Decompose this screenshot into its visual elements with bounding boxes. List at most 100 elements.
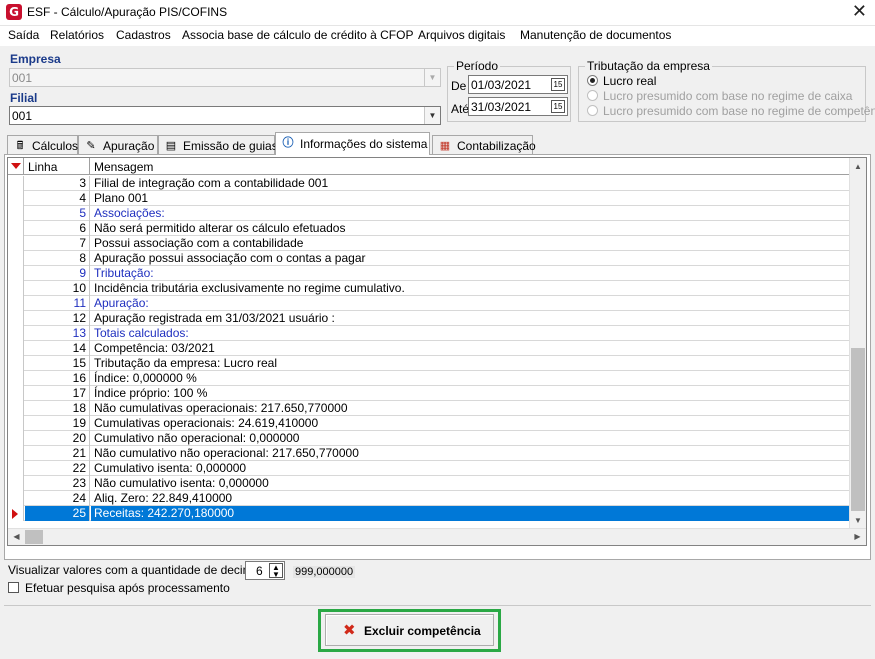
row-indicator[interactable] — [8, 266, 24, 281]
scroll-thumb[interactable] — [851, 348, 865, 511]
table-row[interactable]: 5 Associações: — [8, 206, 851, 221]
spinner-arrows-icon[interactable]: ▲ ▼ — [269, 563, 283, 579]
tab-calculos[interactable]: 🖩 Cálculos — [7, 135, 78, 155]
row-indicator[interactable] — [8, 356, 24, 371]
row-indicator-icon[interactable] — [8, 506, 24, 521]
table-row[interactable]: 19 Cumulativas operacionais: 24.619,41000… — [8, 416, 851, 431]
column-header-mensagem[interactable]: Mensagem — [91, 158, 851, 175]
table-row[interactable]: 8 Apuração possui associação com o contas… — [8, 251, 851, 266]
filial-label: Filial — [10, 91, 38, 105]
row-indicator[interactable] — [8, 386, 24, 401]
row-indicator[interactable] — [8, 341, 24, 356]
tab-apuracao[interactable]: ✎ Apuração — [78, 135, 158, 155]
pesquisa-checkbox-row[interactable]: Efetuar pesquisa após processamento — [8, 581, 230, 595]
row-indicator[interactable] — [8, 491, 24, 506]
tab-contabilizacao[interactable]: ▦ Contabilização — [432, 135, 536, 155]
row-indicator[interactable] — [8, 416, 24, 431]
row-indicator[interactable] — [8, 206, 24, 221]
periodo-de-field[interactable]: 01/03/2021 15 — [468, 75, 568, 94]
menu-item-cadastros[interactable]: Cadastros — [116, 28, 171, 42]
tab-informacoes-sistema[interactable]: ⓘ Informações do sistema — [275, 132, 430, 155]
radio-lucro-real[interactable]: Lucro real — [587, 74, 656, 88]
calendar-icon: ▦ — [439, 140, 451, 152]
table-row[interactable]: 6 Não será permitido alterar os cálculo e… — [8, 221, 851, 236]
row-indicator[interactable] — [8, 311, 24, 326]
radio-button — [587, 105, 598, 116]
calendar-icon[interactable]: 15 — [551, 78, 565, 91]
table-row[interactable]: 18 Não cumulativas operacionais: 217.650,… — [8, 401, 851, 416]
row-indicator[interactable] — [8, 221, 24, 236]
table-row[interactable]: 4 Plano 001 — [8, 191, 851, 206]
row-indicator[interactable] — [8, 251, 24, 266]
cell-linha: 22 — [25, 461, 90, 476]
table-row[interactable]: 3 Filial de integração com a contabilidad… — [8, 176, 851, 191]
empresa-select: 001 ▼ — [9, 68, 441, 87]
cell-linha: 17 — [25, 386, 90, 401]
excluir-competencia-button[interactable]: ✖ Excluir competência — [325, 614, 494, 646]
table-row[interactable]: 21 Não cumulativo não operacional: 217.65… — [8, 446, 851, 461]
cell-mensagem: Aliq. Zero: 22.849,410000 — [94, 491, 233, 505]
close-icon[interactable]: ✕ — [852, 2, 867, 22]
table-row[interactable]: 14 Competência: 03/2021 — [8, 341, 851, 356]
scroll-right-icon[interactable]: ▶ — [849, 529, 866, 545]
pesquisa-checkbox[interactable] — [8, 582, 19, 593]
row-indicator[interactable] — [8, 431, 24, 446]
column-header-linha[interactable]: Linha — [25, 158, 90, 175]
row-indicator[interactable] — [8, 281, 24, 296]
scroll-up-icon[interactable]: ▲ — [850, 158, 866, 175]
scroll-thumb[interactable] — [25, 530, 43, 544]
radio-button[interactable] — [587, 75, 598, 86]
tributacao-legend: Tributação da empresa — [585, 59, 712, 73]
sort-indicator-icon[interactable] — [8, 158, 24, 175]
vertical-scrollbar[interactable]: ▲ ▼ — [849, 158, 866, 529]
row-indicator[interactable] — [8, 371, 24, 386]
cell-linha: 15 — [25, 356, 90, 371]
pesquisa-label: Efetuar pesquisa após processamento — [25, 581, 230, 595]
row-indicator[interactable] — [8, 176, 24, 191]
table-row[interactable]: 20 Cumulativo não operacional: 0,000000 — [8, 431, 851, 446]
radio-label: Lucro presumido com base no regime de co… — [603, 104, 875, 118]
row-indicator[interactable] — [8, 296, 24, 311]
messages-grid[interactable]: Linha Mensagem 3 Filial de integração com… — [7, 157, 867, 546]
menu-item-associa-base[interactable]: Associa base de cálculo de crédito à CFO… — [182, 28, 413, 42]
tab-label: Cálculos — [32, 139, 79, 153]
table-row[interactable]: 11 Apuração: — [8, 296, 851, 311]
table-row[interactable]: 24 Aliq. Zero: 22.849,410000 — [8, 491, 851, 506]
table-row[interactable]: 23 Não cumulativo isenta: 0,000000 — [8, 476, 851, 491]
row-indicator[interactable] — [8, 326, 24, 341]
horizontal-scrollbar[interactable]: ◀ ▶ — [8, 528, 866, 545]
row-indicator[interactable] — [8, 476, 24, 491]
table-row[interactable]: 7 Possui associação com a contabilidade — [8, 236, 851, 251]
menu-item-manutencao-documentos[interactable]: Manutenção de documentos — [520, 28, 671, 42]
scroll-down-icon[interactable]: ▼ — [850, 512, 866, 529]
menu-item-arquivos-digitais[interactable]: Arquivos digitais — [418, 28, 505, 42]
tab-emissao-guias[interactable]: ▤ Emissão de guias — [158, 135, 278, 155]
table-row[interactable]: 17 Índice próprio: 100 % — [8, 386, 851, 401]
table-row[interactable]: 15 Tributação da empresa: Lucro real — [8, 356, 851, 371]
table-row[interactable]: 22 Cumulativo isenta: 0,000000 — [8, 461, 851, 476]
row-indicator[interactable] — [8, 446, 24, 461]
row-indicator[interactable] — [8, 191, 24, 206]
menu-item-relatorios[interactable]: Relatórios — [50, 28, 104, 42]
table-row[interactable]: 25 Receitas: 242.270,180000 — [8, 506, 851, 521]
table-row[interactable]: 13 Totais calculados: — [8, 326, 851, 341]
table-row[interactable]: 10 Incidência tributária exclusivamente n… — [8, 281, 851, 296]
periodo-ate-field[interactable]: 31/03/2021 15 — [468, 97, 568, 116]
decimais-spinner[interactable]: 6 ▲ ▼ — [245, 561, 285, 580]
table-row[interactable]: 12 Apuração registrada em 31/03/2021 usuá… — [8, 311, 851, 326]
table-row[interactable]: 16 Índice: 0,000000 % — [8, 371, 851, 386]
scroll-left-icon[interactable]: ◀ — [8, 529, 25, 545]
table-row[interactable]: 9 Tributação: — [8, 266, 851, 281]
chevron-down-icon[interactable]: ▼ — [424, 107, 440, 124]
periodo-de-value: 01/03/2021 — [471, 78, 532, 92]
row-indicator[interactable] — [8, 236, 24, 251]
cell-linha: 7 — [25, 236, 90, 251]
row-indicator[interactable] — [8, 461, 24, 476]
filial-select[interactable]: 001 ▼ — [9, 106, 441, 125]
cell-linha: 20 — [25, 431, 90, 446]
calendar-icon[interactable]: 15 — [551, 100, 565, 113]
cell-mensagem: Competência: 03/2021 — [94, 341, 215, 355]
row-indicator[interactable] — [8, 401, 24, 416]
menu-item-saida[interactable]: Saída — [8, 28, 39, 42]
tab-label: Apuração — [103, 139, 155, 153]
